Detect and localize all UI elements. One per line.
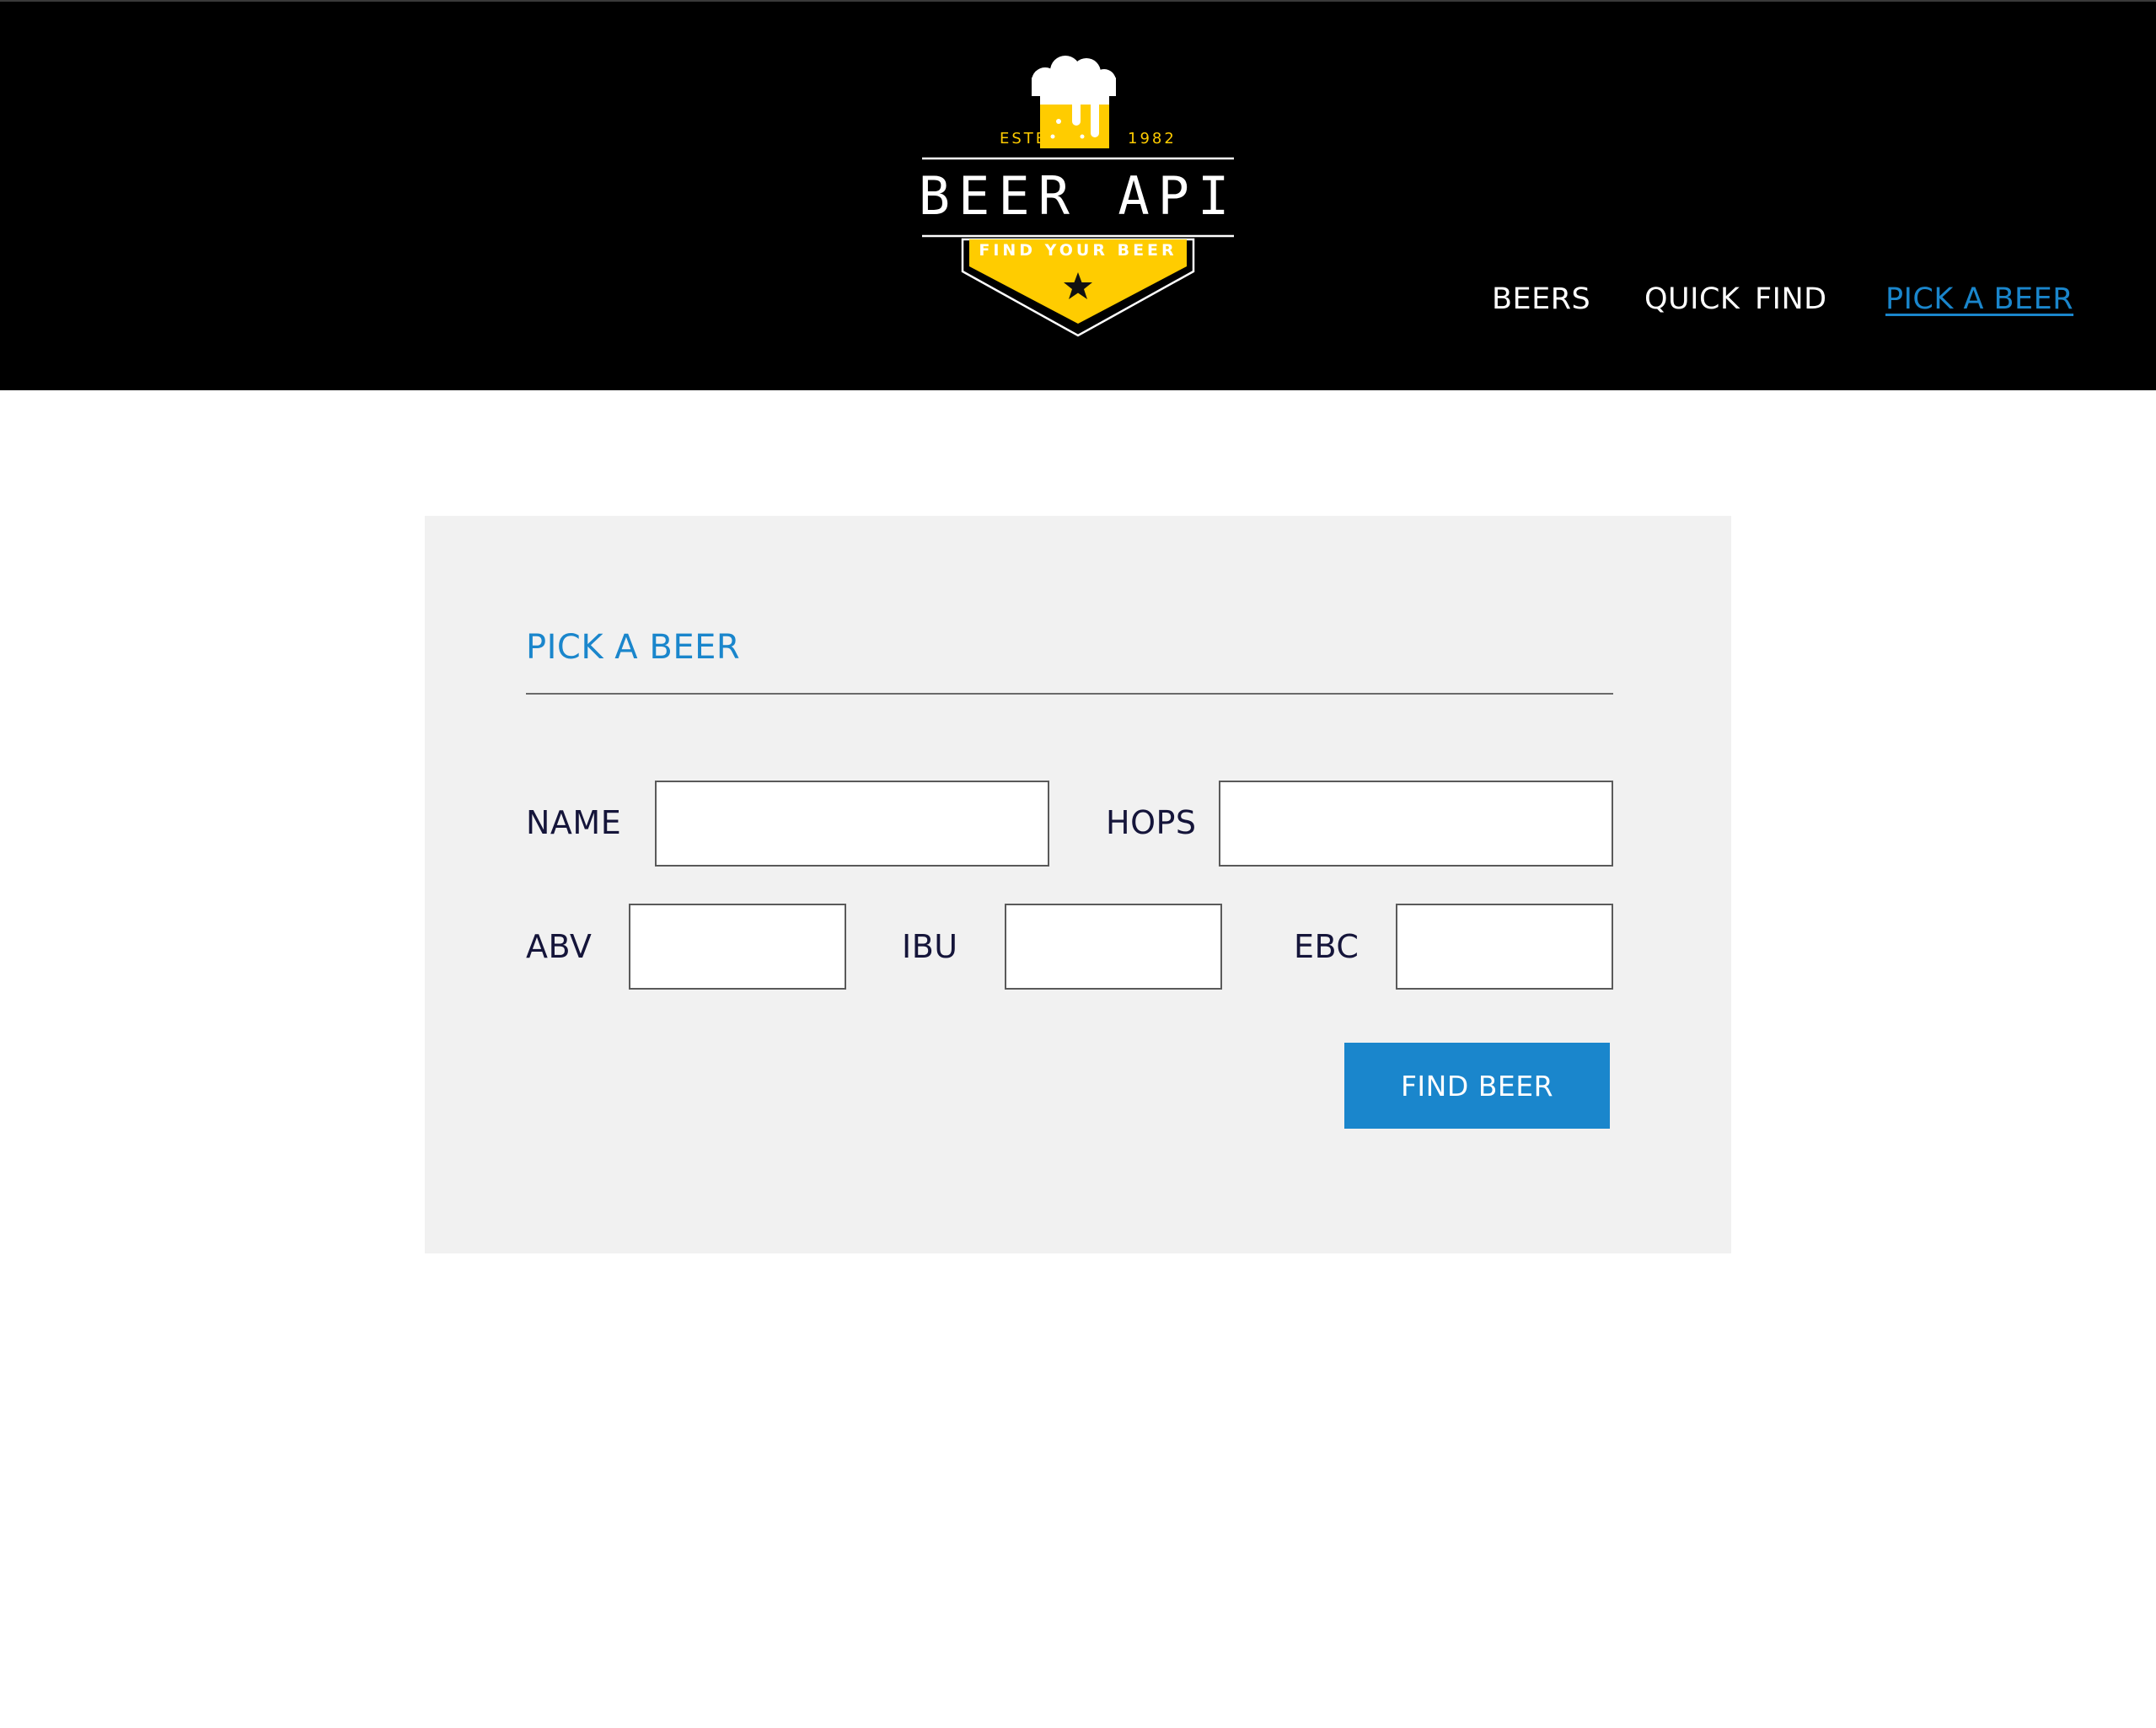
title-divider [526,693,1613,695]
ebc-input[interactable] [1396,904,1613,990]
find-beer-button[interactable]: FIND BEER [1344,1043,1610,1129]
ebc-label: EBC [1294,928,1360,965]
beer-api-logo[interactable]: ESTB 1982 BEER API FIND YOUR BEER [922,52,1234,339]
ibu-input[interactable] [1005,904,1222,990]
abv-input[interactable] [629,904,846,990]
form-title: PICK A BEER [526,628,741,667]
ibu-label: IBU [902,928,958,965]
logo-year: 1982 [1128,130,1177,148]
logo-estb: ESTB [1000,130,1049,148]
name-label: NAME [526,804,622,841]
nav-link-beers[interactable]: BEERS [1492,282,1590,316]
beer-foam-icon [1032,56,1116,96]
site-header: ESTB 1982 BEER API FIND YOUR BEER BEERS … [0,0,2156,390]
nav-link-pick-a-beer[interactable]: PICK A BEER [1885,282,2073,316]
logo-tagline: FIND YOUR BEER [979,241,1177,260]
logo-name: BEER API [922,165,1234,227]
hops-input[interactable] [1219,781,1613,867]
name-input[interactable] [655,781,1049,867]
abv-label: ABV [526,928,593,965]
hops-label: HOPS [1106,804,1197,841]
nav-link-quick-find[interactable]: QUICK FIND [1644,282,1827,316]
pick-a-beer-form: PICK A BEER NAME HOPS ABV IBU EBC FIND B… [425,516,1731,1253]
